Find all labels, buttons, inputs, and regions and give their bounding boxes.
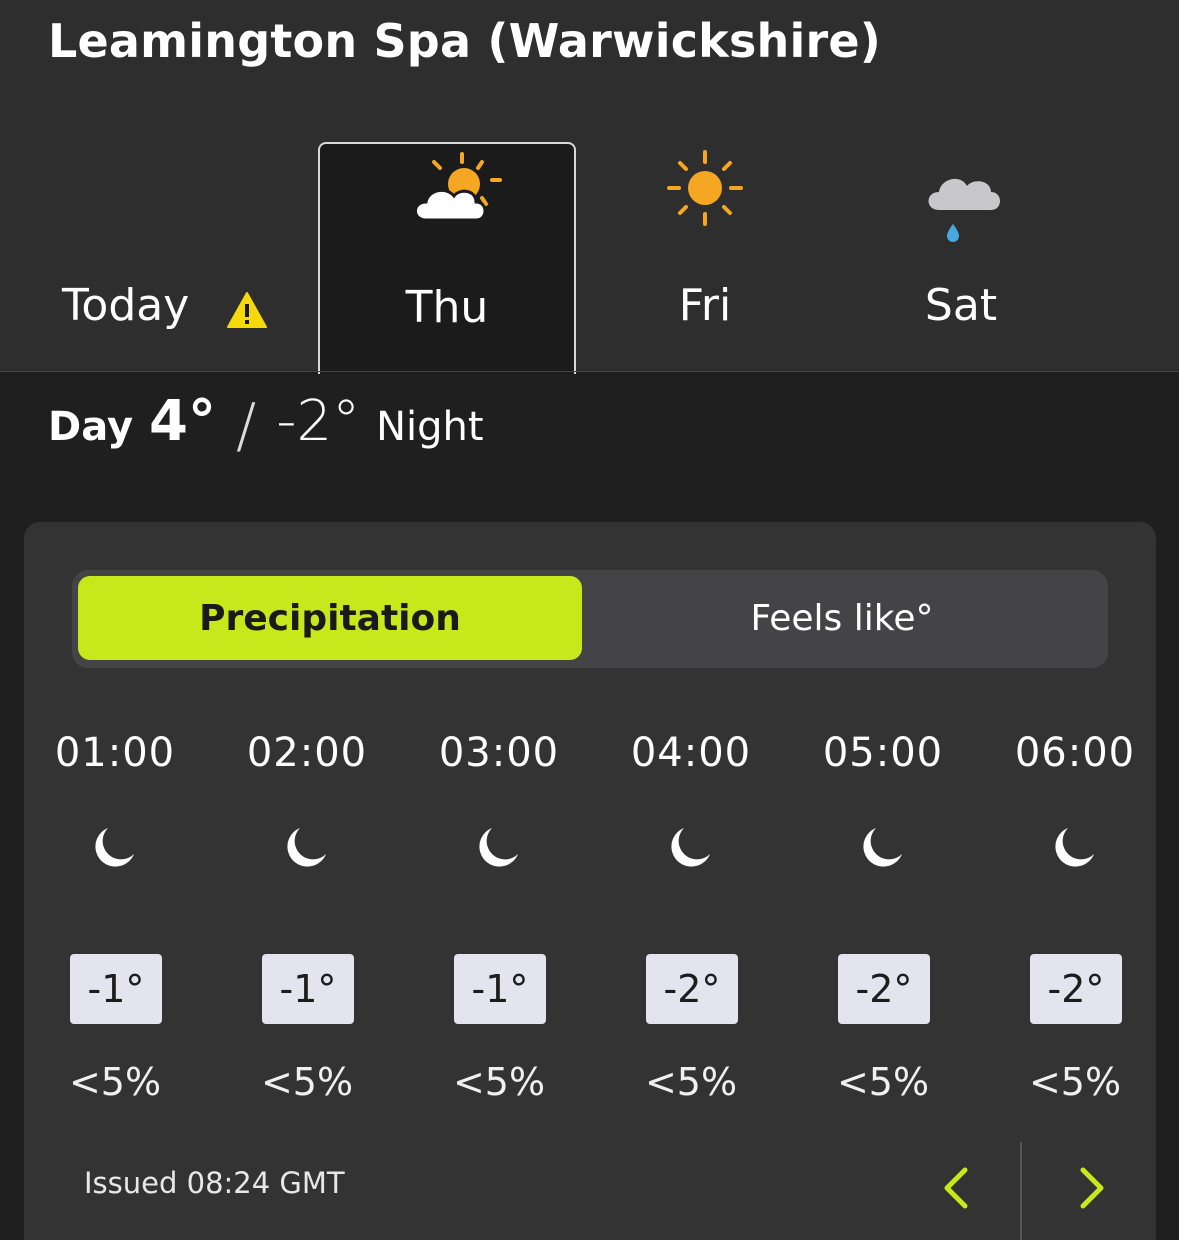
next-hours-button[interactable] [1062,1158,1122,1218]
precipitation-toggle-button[interactable]: Precipitation [78,576,582,660]
hour-precipitation: <5% [836,1060,930,1104]
hour-temperature: -2° [1030,954,1122,1024]
hour-temperature: -2° [838,954,930,1024]
chevron-right-icon [1080,1167,1104,1209]
hour-temperature: -1° [262,954,354,1024]
moon-icon [479,828,518,867]
hour-precipitation: <5% [644,1060,738,1104]
feels-like-toggle-button[interactable]: Feels like° [582,576,1102,660]
tab-today[interactable]: Today [0,142,267,374]
hour-time: 06:00 [1014,730,1136,776]
tab-sat-label: Sat [924,280,998,331]
location-title: Leamington Spa (Warwickshire) [48,14,881,68]
moon-icon [95,828,134,867]
sun-icon [576,146,834,256]
warning-icon [226,290,268,334]
hour-temperature: -1° [454,954,546,1024]
hour-temperature: -1° [70,954,162,1024]
issued-time: Issued 08:24 GMT [84,1166,345,1200]
moon-icon [1055,828,1094,867]
day-night-summary: Day 4° / -2° Night [48,385,484,465]
hour-temperature: -2° [646,954,738,1024]
tab-thu-label: Thu [405,282,489,333]
night-label: Night [376,404,484,450]
tab-fri-label: Fri [678,280,732,331]
hour-time: 05:00 [822,730,944,776]
hour-time: 02:00 [246,730,368,776]
moon-icon [287,828,326,867]
previous-hours-button[interactable] [926,1158,986,1218]
tab-thu[interactable]: Thu [318,142,576,374]
header-divider [0,371,1179,372]
sun-behind-cloud-icon [320,148,574,258]
nav-divider [1020,1142,1022,1240]
view-toggle: Precipitation Feels like° [72,570,1108,668]
day-temperature: 4° [149,389,217,454]
hour-time: 04:00 [630,730,752,776]
hour-precipitation: <5% [1028,1060,1122,1104]
chevron-left-icon [944,1167,968,1209]
header: Leamington Spa (Warwickshire) Today Thu … [0,0,1179,374]
cloud-rain-icon [832,146,1090,256]
moon-icon [671,828,710,867]
hourly-panel: Precipitation Feels like° 01:00 -1° <5% … [24,522,1156,1240]
hour-time: 01:00 [54,730,176,776]
hour-precipitation: <5% [260,1060,354,1104]
moon-icon [863,828,902,867]
tab-sat[interactable]: Sat [832,142,1090,374]
hour-precipitation: <5% [68,1060,162,1104]
tab-fri[interactable]: Fri [576,142,834,374]
hour-time: 03:00 [438,730,560,776]
night-temperature: -2° [276,389,361,454]
temp-separator: / [236,391,257,461]
hour-precipitation: <5% [452,1060,546,1104]
day-label: Day [48,404,134,450]
